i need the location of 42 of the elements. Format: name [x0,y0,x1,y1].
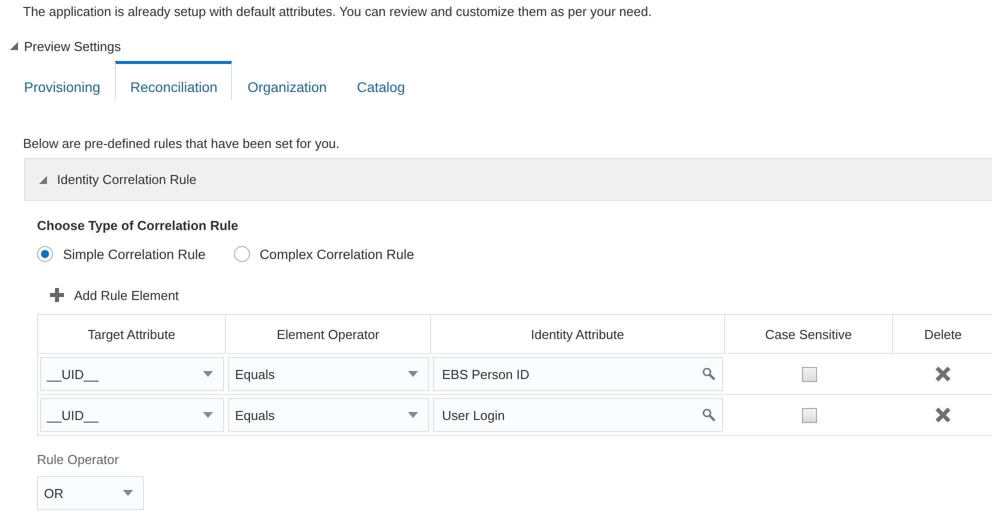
checkbox[interactable] [802,408,816,422]
delete-icon[interactable] [935,366,951,382]
input-field[interactable]: EBS Person ID [433,357,723,391]
caret-icon [203,371,213,377]
section-header[interactable]: Identity Correlation Rule [24,158,992,201]
tab[interactable]: Organization [232,61,342,101]
intro-text: The application is already setup with default attributes. You can review and customize them as per your need. [22,3,653,21]
group-label: Choose Type of Correlation Rule [37,218,240,234]
radio-label[interactable]: Simple Correlation Rule [63,246,206,262]
input-field[interactable]: User Login [433,398,723,432]
dropdown[interactable]: __UID__ [40,357,224,391]
radio-button[interactable] [234,246,250,262]
dropdown[interactable]: Equals [228,398,429,432]
tab[interactable]: Reconciliation [115,61,232,101]
section-title: Identity Correlation Rule [57,172,196,187]
checkbox[interactable] [802,366,816,382]
caret-icon [408,371,418,377]
caret-icon [123,490,133,496]
search-icon [702,408,716,422]
radio-label[interactable]: Complex Correlation Rule [260,246,414,262]
column-header: Delete [923,326,963,344]
delete-icon[interactable] [935,407,951,423]
caret-icon [203,412,213,418]
collapse-triangle-icon[interactable] [10,42,18,50]
column-header: Identity Attribute [431,315,725,353]
caret-icon [408,412,418,418]
rule-operator-dropdown[interactable]: OR [37,476,144,510]
plus-icon [50,288,64,302]
column-header: Element Operator [226,315,431,353]
tab[interactable]: Provisioning [9,61,116,101]
field-label: Rule Operator [37,452,120,468]
section-title[interactable]: Preview Settings [24,38,121,54]
search-icon [702,367,716,381]
dropdown[interactable]: Equals [228,357,429,391]
radio-button[interactable] [37,246,53,262]
add-rule-button[interactable]: Add Rule Element [50,287,179,303]
column-header: Case Sensitive [725,315,893,353]
column-header: Target Attribute [38,315,226,353]
tab[interactable]: Catalog [342,61,420,101]
description-text: Below are pre-defined rules that have been set for you. [22,135,341,153]
dropdown[interactable]: __UID__ [40,398,224,432]
collapse-triangle-icon [39,176,47,184]
